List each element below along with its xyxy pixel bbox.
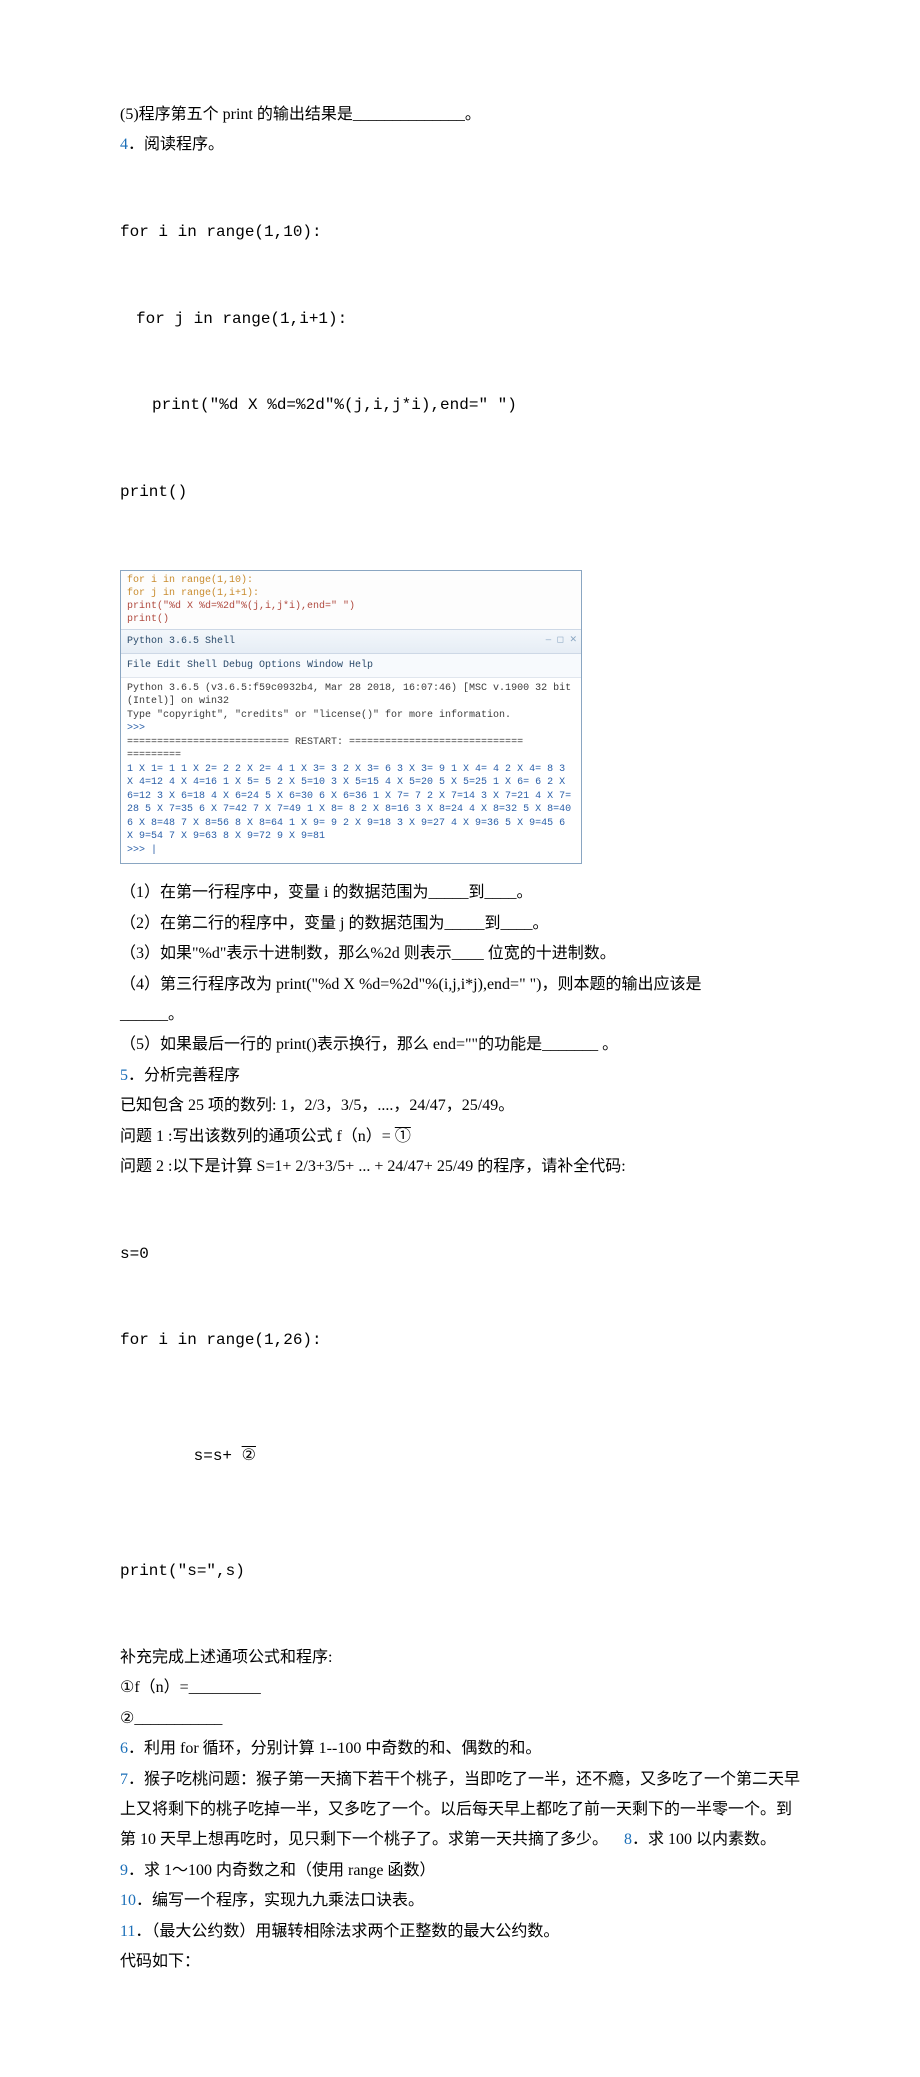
shell-restart: =========================== RESTART: ===… (127, 737, 529, 748)
shell-editor-line3: print("%d X %d=%2d"%(j,i,j*i),end=" ") (127, 600, 575, 613)
q6-number: 6 (120, 1740, 128, 1757)
q7-number: 7 (120, 1771, 128, 1788)
q4-code-block: for i in range(1,10): for j in range(1,i… (120, 161, 800, 564)
q5-l2: 问题 1 :写出该数列的通项公式 f（n）= ① (120, 1122, 800, 1152)
q4-code-line2: for j in range(1,i+1): (120, 305, 800, 334)
q11: 11．（最大公约数）用辗转相除法求两个正整数的最大公约数。 (120, 1917, 800, 1947)
q5-code-block: s=0 for i in range(1,26): s=s+ ② print("… (120, 1182, 800, 1643)
q5-l4: 补充完成上述通项公式和程序: (120, 1643, 800, 1673)
q5-code-line3: s=s+ ② (120, 1413, 800, 1499)
q5-l1: 已知包含 25 项的数列: 1，2/3，3/5，....，24/47，25/49… (120, 1091, 800, 1121)
q9: 9．求 1～100 内奇数之和（使用 range 函数） (120, 1856, 800, 1886)
q5-l6: ②___________ (120, 1704, 800, 1734)
q5-blank2: ② (242, 1447, 256, 1465)
q5-l2a: 问题 1 :写出该数列的通项公式 f（n）= (120, 1128, 395, 1145)
q4-code-line3: print("%d X %d=%2d"%(j,i,j*i),end=" ") (120, 391, 800, 420)
q5-code-line4: print("s=",s) (120, 1557, 800, 1586)
q11-text: ．（最大公约数）用辗转相除法求两个正整数的最大公约数。 (135, 1923, 559, 1940)
window-buttons: — ◻ ✕ (546, 632, 577, 649)
q5-l3: 问题 2 :以下是计算 S=1+ 2/3+3/5+ ... + 24/47+ 2… (120, 1152, 800, 1182)
q4-sub1: （1）在第一行程序中，变量 i 的数据范围为_____到____。 (120, 878, 800, 908)
q5-number: 5 (120, 1067, 128, 1084)
shell-editor-line1: for i in range(1,10): (127, 574, 575, 587)
q9-text: ．求 1～100 内奇数之和（使用 range 函数） (128, 1862, 436, 1879)
shell-window-title: Python 3.6.5 Shell — ◻ ✕ (121, 629, 581, 654)
shell-prompt2: >>> | (127, 845, 157, 856)
shell-output: 1 X 1= 1 1 X 2= 2 2 X 2= 4 1 X 3= 3 2 X … (127, 764, 577, 843)
shell-window-title-text: Python 3.6.5 Shell (127, 636, 235, 647)
q8-text: ．求 100 以内素数。 (632, 1831, 776, 1848)
q4-code-line1: for i in range(1,10): (120, 218, 800, 247)
q10-text: ．编写一个程序，实现九九乘法口诀表。 (136, 1892, 424, 1909)
q5-title: ．分析完善程序 (128, 1067, 240, 1084)
q4-sub5: （5）如果最后一行的 print()表示换行，那么 end=""的功能是____… (120, 1030, 800, 1060)
q5-c3a: s=s+ (194, 1447, 242, 1465)
document-page: (5)程序第五个 print 的输出结果是______________。 4．阅… (0, 0, 920, 2077)
q10: 10．编写一个程序，实现九九乘法口诀表。 (120, 1886, 800, 1916)
q4-sub3: （3）如果"%d"表示十进制数，那么%2d 则表示____ 位宽的十进制数。 (120, 939, 800, 969)
q5-heading: 5．分析完善程序 (120, 1061, 800, 1091)
q4-heading: 4．阅读程序。 (120, 130, 800, 160)
shell-intro2: Type "copyright", "credits" or "license(… (127, 710, 511, 721)
q5-l5: ①f（n）=_________ (120, 1673, 800, 1703)
q4-sub4a: （4）第三行程序改为 print("%d X %d=%2d"%(i,j,i*j)… (120, 970, 800, 1000)
q4-number: 4 (120, 136, 128, 153)
q11-number: 11 (120, 1923, 135, 1940)
q6-text: ．利用 for 循环，分别计算 1--100 中奇数的和、偶数的和。 (128, 1740, 541, 1757)
shell-eqline: ========= (127, 750, 181, 761)
shell-prompt1: >>> (127, 723, 145, 734)
q3-sub5: (5)程序第五个 print 的输出结果是______________。 (120, 100, 800, 130)
q7-q8: 7．猴子吃桃问题：猴子第一天摘下若干个桃子，当即吃了一半，还不瘾，又多吃了一个第… (120, 1765, 800, 1856)
shell-editor-line2: for j in range(1,i+1): (127, 587, 575, 600)
shell-menu-items: File Edit Shell Debug Options Window Hel… (127, 660, 373, 671)
q5-code-line1: s=0 (120, 1240, 800, 1269)
q4-code-line4: print() (120, 478, 800, 507)
q4-sub2: （2）在第二行的程序中，变量 j 的数据范围为_____到____。 (120, 909, 800, 939)
python-shell-screenshot: for i in range(1,10): for j in range(1,i… (120, 570, 582, 865)
shell-output-body: Python 3.6.5 (v3.6.5:f59c0932b4, Mar 28 … (121, 678, 581, 864)
shell-intro1: Python 3.6.5 (v3.6.5:f59c0932b4, Mar 28 … (127, 683, 577, 708)
q5-code-line2: for i in range(1,26): (120, 1326, 800, 1355)
q6: 6．利用 for 循环，分别计算 1--100 中奇数的和、偶数的和。 (120, 1734, 800, 1764)
q5-blank1: ① (395, 1128, 411, 1145)
q8-number: 8 (624, 1831, 632, 1848)
q10-number: 10 (120, 1892, 136, 1909)
q11-tail: 代码如下： (120, 1947, 800, 1977)
q4-sub4b: ______。 (120, 1000, 800, 1030)
shell-menu-bar: File Edit Shell Debug Options Window Hel… (121, 654, 581, 678)
q9-number: 9 (120, 1862, 128, 1879)
shell-editor-line4: print() (127, 613, 575, 626)
q4-title: ．阅读程序。 (128, 136, 224, 153)
